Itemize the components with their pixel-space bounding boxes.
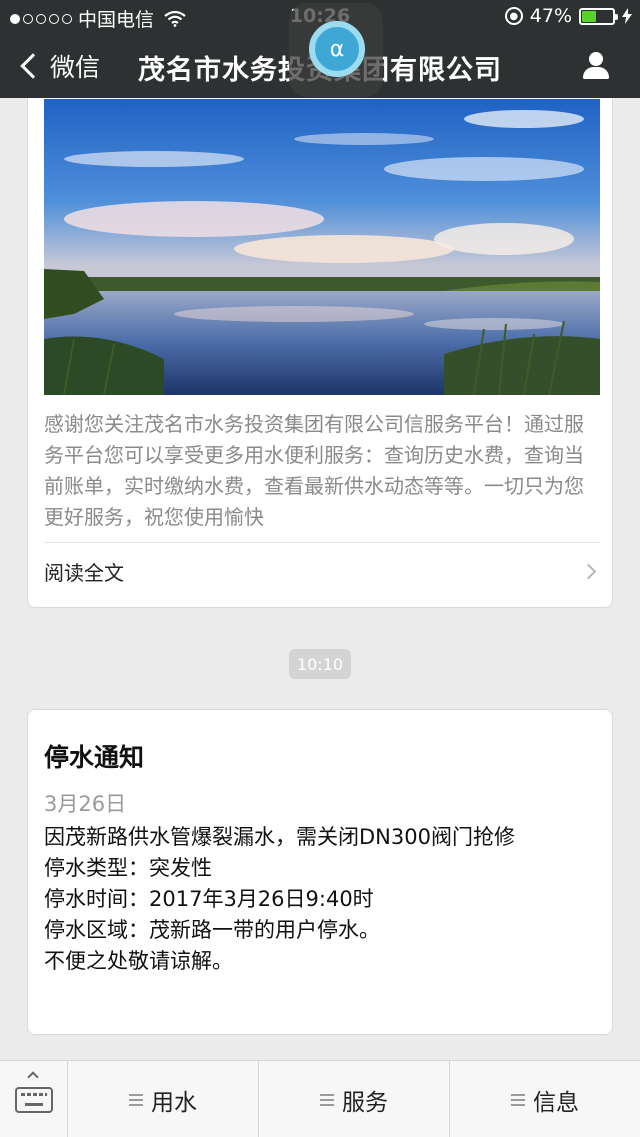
read-more-link[interactable]: 阅读全文 [44,542,600,600]
caret-up-icon [27,1071,39,1083]
article-description: 感谢您关注茂名市水务投资集团有限公司信服务平台！通过服务平台您可以享受更多用水便… [44,412,584,529]
notice-card[interactable]: 停水通知 3月26日 因茂新路供水管爆裂漏水，需关闭DN300阀门抢修 停水类型… [27,709,613,1035]
notice-line: 停水区域：茂新路一带的用户停水。 [44,918,380,942]
notice-line: 不便之处敬请谅解。 [44,949,233,973]
assistive-touch-button[interactable]: α [289,3,383,97]
keyboard-toggle-button[interactable] [0,1061,68,1137]
battery-percent: 47% [529,5,572,27]
menu-item-info[interactable]: 信息 [450,1061,640,1137]
bottom-menu-bar: 用水 服务 信息 [0,1060,640,1137]
menu-item-service[interactable]: 服务 [259,1061,450,1137]
message-timestamp: 10:10 [289,649,351,679]
menu-item-water[interactable]: 用水 [68,1061,259,1137]
battery-level-fill [582,10,597,22]
notice-title: 停水通知 [44,743,145,772]
notice-line: 停水类型：突发性 [44,856,212,880]
menu-item-label: 信息 [533,1089,579,1116]
battery-icon [579,7,618,25]
menu-lines-icon [129,1093,143,1106]
chevron-right-icon [580,563,597,580]
message-list[interactable]: 感谢您关注茂名市水务投资集团有限公司信服务平台！通过服务平台您可以享受更多用水便… [0,98,640,1060]
status-indicators: ● 47% [504,5,632,27]
article-card[interactable]: 感谢您关注茂名市水务投资集团有限公司信服务平台！通过服务平台您可以享受更多用水便… [27,98,613,608]
notice-line: 停水时间：2017年3月26日9:40时 [44,887,374,911]
lake-landscape-image[interactable] [44,99,600,395]
menu-lines-icon [511,1093,525,1106]
user-icon [589,52,603,66]
rotation-lock-icon: ● [504,7,523,25]
notice-body: 因茂新路供水管爆裂漏水，需关闭DN300阀门抢修 停水类型：突发性 停水时间：2… [44,822,600,977]
charging-bolt-icon [622,8,632,24]
menu-lines-icon [320,1093,334,1106]
alpha-icon: α [309,21,365,77]
notice-date: 3月26日 [44,792,127,816]
menu-item-label: 用水 [151,1089,197,1116]
menu-item-label: 服务 [342,1089,388,1116]
read-more-label: 阅读全文 [44,561,124,585]
profile-button[interactable] [580,50,612,82]
notice-line: 因茂新路供水管爆裂漏水，需关闭DN300阀门抢修 [44,825,515,849]
keyboard-icon [14,1086,53,1113]
